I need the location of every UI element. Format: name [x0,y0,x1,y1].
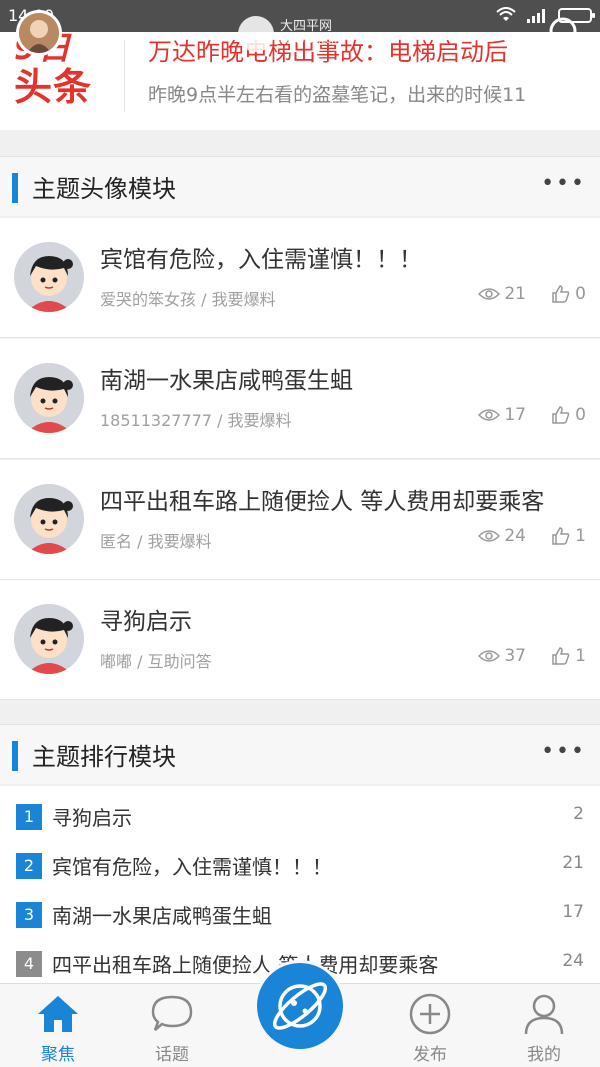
chat-bubble-icon [151,995,193,1031]
user-icon [524,994,564,1035]
home-icon [38,996,78,1032]
topic-item[interactable]: 宾馆有危险，入住需谨慎！！！ 爱哭的笨女孩 / 我要爆料 21 0 [0,218,600,338]
nav-label: 聚焦 [41,1045,75,1065]
topic-title: 宾馆有危险，入住需谨慎！！！ [100,247,422,273]
module-title: 主题排行模块 [32,743,176,771]
site-logo: 大四平网 dasiping.com [238,12,368,56]
topic-item[interactable]: 四平出租车路上随便捡人 等人费用却要乘客 匿名 / 我要爆料 24 1 [0,460,600,580]
nav-label: 发布 [413,1045,447,1065]
eye-icon [478,530,501,542]
topic-item[interactable]: 寻狗启示 嘟嘟 / 互助问答 37 1 [0,580,600,700]
bottom-navigation: 聚焦 话题 发布 我的 [0,960,600,1067]
rank-list: 1 寻狗启示 2 2 宾馆有危险，入住需谨慎！！！ 21 3 南湖一水果店咸鸭蛋… [0,786,600,986]
like-count-value: 0 [575,405,586,425]
eye-icon [478,650,501,662]
nav-focus[interactable]: 聚焦 [18,992,98,1067]
eye-icon [478,288,501,300]
eye-icon [478,409,501,421]
rank-title: 寻狗启示 [52,806,132,830]
logo-subtext: dasiping.com [280,36,341,46]
rank-count: 21 [562,853,584,873]
discover-button[interactable] [254,960,346,1052]
logo-mark-icon [238,16,274,52]
signal-icon [527,9,545,23]
thumbs-up-icon [552,527,570,545]
rank-number-badge: 1 [16,804,42,830]
planet-icon [272,982,328,1030]
rank-count: 24 [562,951,584,971]
like-button[interactable]: 1 [551,526,586,546]
add-circle-icon [409,993,451,1035]
headline-subtitle[interactable]: 昨晚9点半左右看的盗墓笔记，出来的时候11 [148,80,526,107]
more-icon[interactable]: ••• [541,171,586,196]
topic-meta: 嘟嘟 / 互助问答 [100,652,212,671]
view-count-value: 24 [504,526,526,546]
like-count-value: 1 [575,646,586,666]
rank-number-badge: 4 [16,951,42,977]
rank-row[interactable]: 1 寻狗启示 2 [0,794,600,842]
topic-meta: 18511327777 / 我要爆料 [100,411,292,430]
view-count: 24 [478,526,526,546]
like-button[interactable]: 1 [551,646,586,666]
module-accent-bar [12,741,18,771]
avatar-module-header: 主题头像模块 ••• [0,156,600,216]
cartoon-avatar-icon [14,484,84,554]
rank-number-badge: 2 [16,853,42,879]
cartoon-avatar-icon [14,363,84,433]
topic-title: 南湖一水果店咸鸭蛋生蛆 [100,368,353,394]
rank-title: 四平出租车路上随便捡人 等人费用却要乘客 [52,953,439,977]
topic-meta: 匿名 / 我要爆料 [100,532,212,551]
nav-label: 话题 [155,1045,189,1065]
topic-title: 四平出租车路上随便捡人 等人费用却要乘客 [100,489,545,515]
view-count: 37 [478,646,526,666]
rank-module-header: 主题排行模块 ••• [0,724,600,784]
nav-publish[interactable]: 发布 [390,992,470,1067]
divider [124,40,125,112]
topic-meta: 爱哭的笨女孩 / 我要爆料 [100,290,276,309]
search-icon[interactable] [546,14,586,54]
module-title: 主题头像模块 [32,175,176,203]
rank-count: 2 [573,804,584,824]
nav-topics[interactable]: 话题 [132,992,212,1067]
logo-bottom-text: 头条 [14,65,93,109]
module-accent-bar [12,173,18,203]
rank-title: 南湖一水果店咸鸭蛋生蛆 [52,904,272,928]
user-avatar[interactable] [16,10,62,56]
cartoon-avatar-icon [14,604,84,674]
nav-label: 我的 [527,1045,561,1065]
like-button[interactable]: 0 [551,284,586,304]
logo-text: 大四平网 [280,19,333,34]
view-count-value: 17 [504,405,526,425]
rank-row[interactable]: 2 宾馆有危险，入住需谨慎！！！ 21 [0,843,600,891]
view-count-value: 37 [504,646,526,666]
like-count-value: 1 [575,526,586,546]
nav-mine[interactable]: 我的 [504,992,584,1067]
view-count-value: 21 [504,284,526,304]
rank-number-badge: 3 [16,902,42,928]
thumbs-up-icon [552,647,570,665]
topic-title: 寻狗启示 [100,609,192,635]
thumbs-up-icon [552,406,570,424]
avatar-image [19,13,59,53]
rank-count: 17 [562,902,584,922]
view-count: 17 [478,405,526,425]
wifi-icon [496,7,516,21]
rank-row[interactable]: 3 南湖一水果店咸鸭蛋生蛆 17 [0,892,600,940]
thumbs-up-icon [552,285,570,303]
like-count-value: 0 [575,284,586,304]
cartoon-avatar-icon [14,242,84,312]
view-count: 21 [478,284,526,304]
topic-item[interactable]: 南湖一水果店咸鸭蛋生蛆 18511327777 / 我要爆料 17 0 [0,339,600,459]
rank-title: 宾馆有危险，入住需谨慎！！！ [52,855,332,879]
like-button[interactable]: 0 [551,405,586,425]
more-icon[interactable]: ••• [541,739,586,764]
